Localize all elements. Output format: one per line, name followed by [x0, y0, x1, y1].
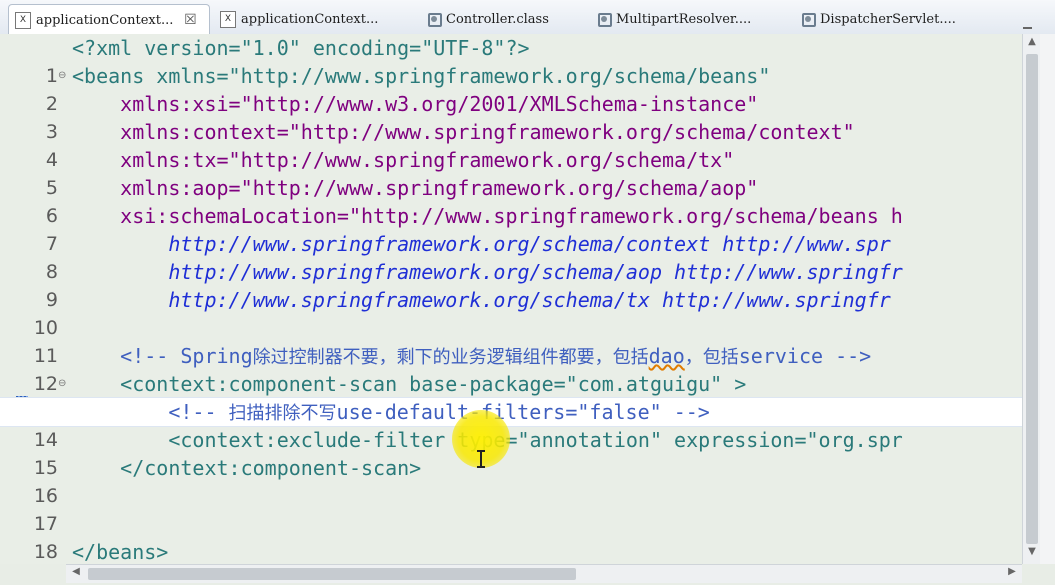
scroll-left-icon[interactable]: ◀: [68, 566, 84, 582]
comment-part: 除过控制器不要，剩下的业务逻辑组件都要，包括: [252, 347, 649, 368]
comment-part: service -->: [738, 344, 872, 368]
tab-label: DispatcherServlet....: [820, 11, 956, 27]
comment-part: dao: [648, 344, 685, 368]
tab-multipartresolver[interactable]: MultipartResolver....: [590, 6, 790, 32]
scroll-up-icon[interactable]: ▲: [1023, 36, 1041, 52]
class-file-icon: [800, 12, 816, 27]
code-line: 10 http://www.springframework.org/schema…: [0, 286, 1038, 339]
xml-file-icon: X: [220, 10, 236, 28]
tab-controller-class[interactable]: Controller.class: [420, 6, 585, 32]
code-text: <context:component-scan base-package="co…: [72, 372, 747, 396]
comment-part: ，包括: [684, 347, 739, 368]
fold-toggle-icon[interactable]: ⊖: [58, 370, 66, 398]
code-text: http://www.springframework.org/schema/ao…: [72, 260, 903, 284]
code-line: 11: [0, 314, 1038, 367]
class-file-icon: [426, 12, 442, 27]
vertical-scrollbar[interactable]: ▲ ▼: [1022, 34, 1041, 564]
code-line: 3 xmlns:xsi="http://www.w3.org/2001/XMLS…: [0, 90, 1038, 143]
code-text: </beans>: [72, 540, 169, 564]
code-line: 1 <?xml version="1.0" encoding="UTF-8"?>: [0, 34, 1038, 87]
code-text: xmlns:xsi="http://www.w3.org/2001/XMLSch…: [72, 92, 759, 116]
text-cursor-icon: [477, 450, 485, 468]
overview-ruler[interactable]: [1040, 34, 1055, 564]
comment-part: use-default-filters="false" -->: [336, 400, 710, 424]
fold-toggle-icon[interactable]: ⊖: [58, 62, 66, 90]
code-text: http://www.springframework.org/schema/tx…: [72, 288, 891, 312]
horizontal-scrollbar[interactable]: ◀ ▶: [66, 564, 1022, 583]
code-line: 18: [0, 510, 1038, 563]
scroll-down-icon[interactable]: ▼: [1023, 546, 1041, 562]
class-file-icon: [596, 12, 612, 27]
code-line: 7 xsi:schemaLocation="http://www.springf…: [0, 202, 1038, 255]
code-line: 5 xmlns:tx="http://www.springframework.o…: [0, 146, 1038, 199]
code-line: 13 ⊖ <context:component-scan base-packag…: [0, 370, 1038, 423]
tab-label: Controller.class: [446, 11, 549, 27]
code-line: 16 </context:component-scan>: [0, 454, 1038, 507]
minimize-maximize-icon[interactable]: [1023, 10, 1045, 44]
code-line: 12 <!-- Spring除过控制器不要，剩下的业务逻辑组件都要，包括dao，…: [0, 342, 1038, 395]
tab-label: MultipartResolver....: [616, 11, 752, 27]
xml-file-icon: X: [15, 11, 31, 29]
code-editor[interactable]: 1 <?xml version="1.0" encoding="UTF-8"?>…: [0, 34, 1038, 564]
close-tab-icon[interactable]: ☒: [183, 13, 197, 27]
tab-label: applicationContext...: [36, 12, 174, 28]
scroll-right-icon[interactable]: ▶: [1004, 566, 1020, 582]
code-text: <!-- 扫描排除不写use-default-filters="false" -…: [72, 398, 710, 428]
vertical-scroll-thumb[interactable]: [1026, 54, 1038, 544]
code-text: <beans xmlns="http://www.springframework…: [72, 64, 771, 88]
code-text: xmlns:context="http://www.springframewor…: [72, 120, 855, 144]
comment-part: <!-- Spring: [72, 344, 253, 368]
code-line: 4 xmlns:context="http://www.springframew…: [0, 118, 1038, 171]
code-line: 17: [0, 482, 1038, 535]
code-text: xmlns:aop="http://www.springframework.or…: [72, 176, 759, 200]
tab-dispatcherservlet[interactable]: DispatcherServlet....: [794, 6, 994, 32]
code-text: </context:component-scan>: [72, 456, 422, 480]
code-text: <?xml version="1.0" encoding="UTF-8"?>: [72, 36, 530, 60]
code-line: 8 http://www.springframework.org/schema/…: [0, 230, 1038, 283]
code-line: 9 http://www.springframework.org/schema/…: [0, 258, 1038, 311]
code-text: xsi:schemaLocation="http://www.springfra…: [72, 204, 903, 228]
current-code-line: 14 <!-- 扫描排除不写use-default-filters="false…: [0, 397, 1038, 451]
tab-applicationcontext-1[interactable]: X applicationContext... ☒: [8, 4, 210, 35]
tab-label: applicationContext...: [241, 11, 379, 27]
editor-tab-bar: X applicationContext... ☒ X applicationC…: [0, 0, 1055, 44]
comment-part: 扫描排除不写: [228, 403, 337, 424]
code-line: 6 xmlns:aop="http://www.springframework.…: [0, 174, 1038, 227]
code-line: 15 <context:exclude-filter type="annotat…: [0, 426, 1038, 479]
code-line: 2 ⊖ <beans xmlns="http://www.springframe…: [0, 62, 1038, 115]
tab-applicationcontext-2[interactable]: X applicationContext...: [214, 6, 410, 32]
horizontal-scroll-thumb[interactable]: [88, 568, 576, 580]
code-text: <!-- Spring除过控制器不要，剩下的业务逻辑组件都要，包括dao，包括s…: [72, 342, 871, 372]
code-line: 19 </beans>: [0, 538, 1038, 564]
code-text: http://www.springframework.org/schema/co…: [72, 232, 891, 256]
comment-part: <!--: [72, 400, 229, 424]
code-text: xmlns:tx="http://www.springframework.org…: [72, 148, 735, 172]
